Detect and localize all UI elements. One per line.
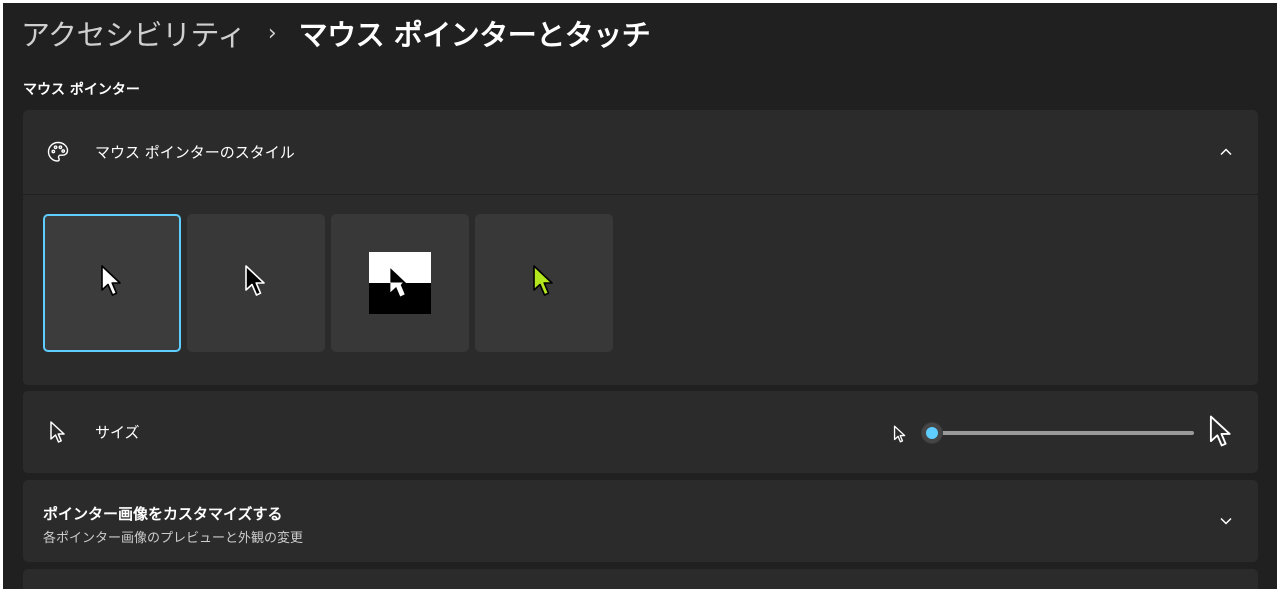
pointer-style-white-option[interactable] <box>43 214 181 352</box>
settings-window: アクセシビリティ › マウス ポインターとタッチ マウス ポインター マウス ポ… <box>3 3 1277 589</box>
customize-pointer-card[interactable]: ポインター画像をカスタマイズする 各ポインター画像のプレビューと外観の変更 <box>23 480 1258 562</box>
large-pointer-icon <box>1208 413 1234 453</box>
pointer-style-header[interactable]: マウス ポインターのスタイル <box>23 110 1258 195</box>
palette-icon <box>45 139 71 165</box>
customize-subtitle: 各ポインター画像のプレビューと外観の変更 <box>43 531 304 546</box>
size-slider <box>893 391 1238 473</box>
small-pointer-icon <box>893 424 907 448</box>
page-title: マウス ポインターとタッチ <box>298 18 651 52</box>
white-cursor-icon <box>100 264 124 302</box>
pointer-style-black-option[interactable] <box>187 214 325 352</box>
section-title-mouse-pointer: マウス ポインター <box>23 82 140 98</box>
black-cursor-icon <box>244 264 268 302</box>
pointer-style-options <box>43 214 613 352</box>
pointer-icon <box>45 419 71 445</box>
size-label: サイズ <box>95 423 140 442</box>
breadcrumb: アクセシビリティ › マウス ポインターとタッチ <box>21 12 651 54</box>
slider-thumb[interactable] <box>921 422 943 444</box>
breadcrumb-separator-icon: › <box>267 20 277 46</box>
customize-title: ポインター画像をカスタマイズする <box>43 505 283 523</box>
inverted-cursor-icon <box>390 268 409 297</box>
pointer-style-custom-option[interactable] <box>475 214 613 352</box>
next-setting-card[interactable] <box>23 569 1258 589</box>
pointer-style-label: マウス ポインターのスタイル <box>95 143 295 162</box>
breadcrumb-accessibility-link[interactable]: アクセシビリティ <box>21 12 246 54</box>
pointer-size-card: サイズ <box>23 391 1258 473</box>
pointer-style-card: マウス ポインターのスタイル <box>23 110 1258 385</box>
chevron-down-icon[interactable] <box>1218 513 1234 529</box>
pointer-style-inverted-option[interactable] <box>331 214 469 352</box>
chevron-up-icon[interactable] <box>1218 144 1234 160</box>
slider-track[interactable] <box>931 431 1194 435</box>
custom-color-cursor-icon <box>532 264 556 302</box>
inverted-preview <box>369 252 431 314</box>
